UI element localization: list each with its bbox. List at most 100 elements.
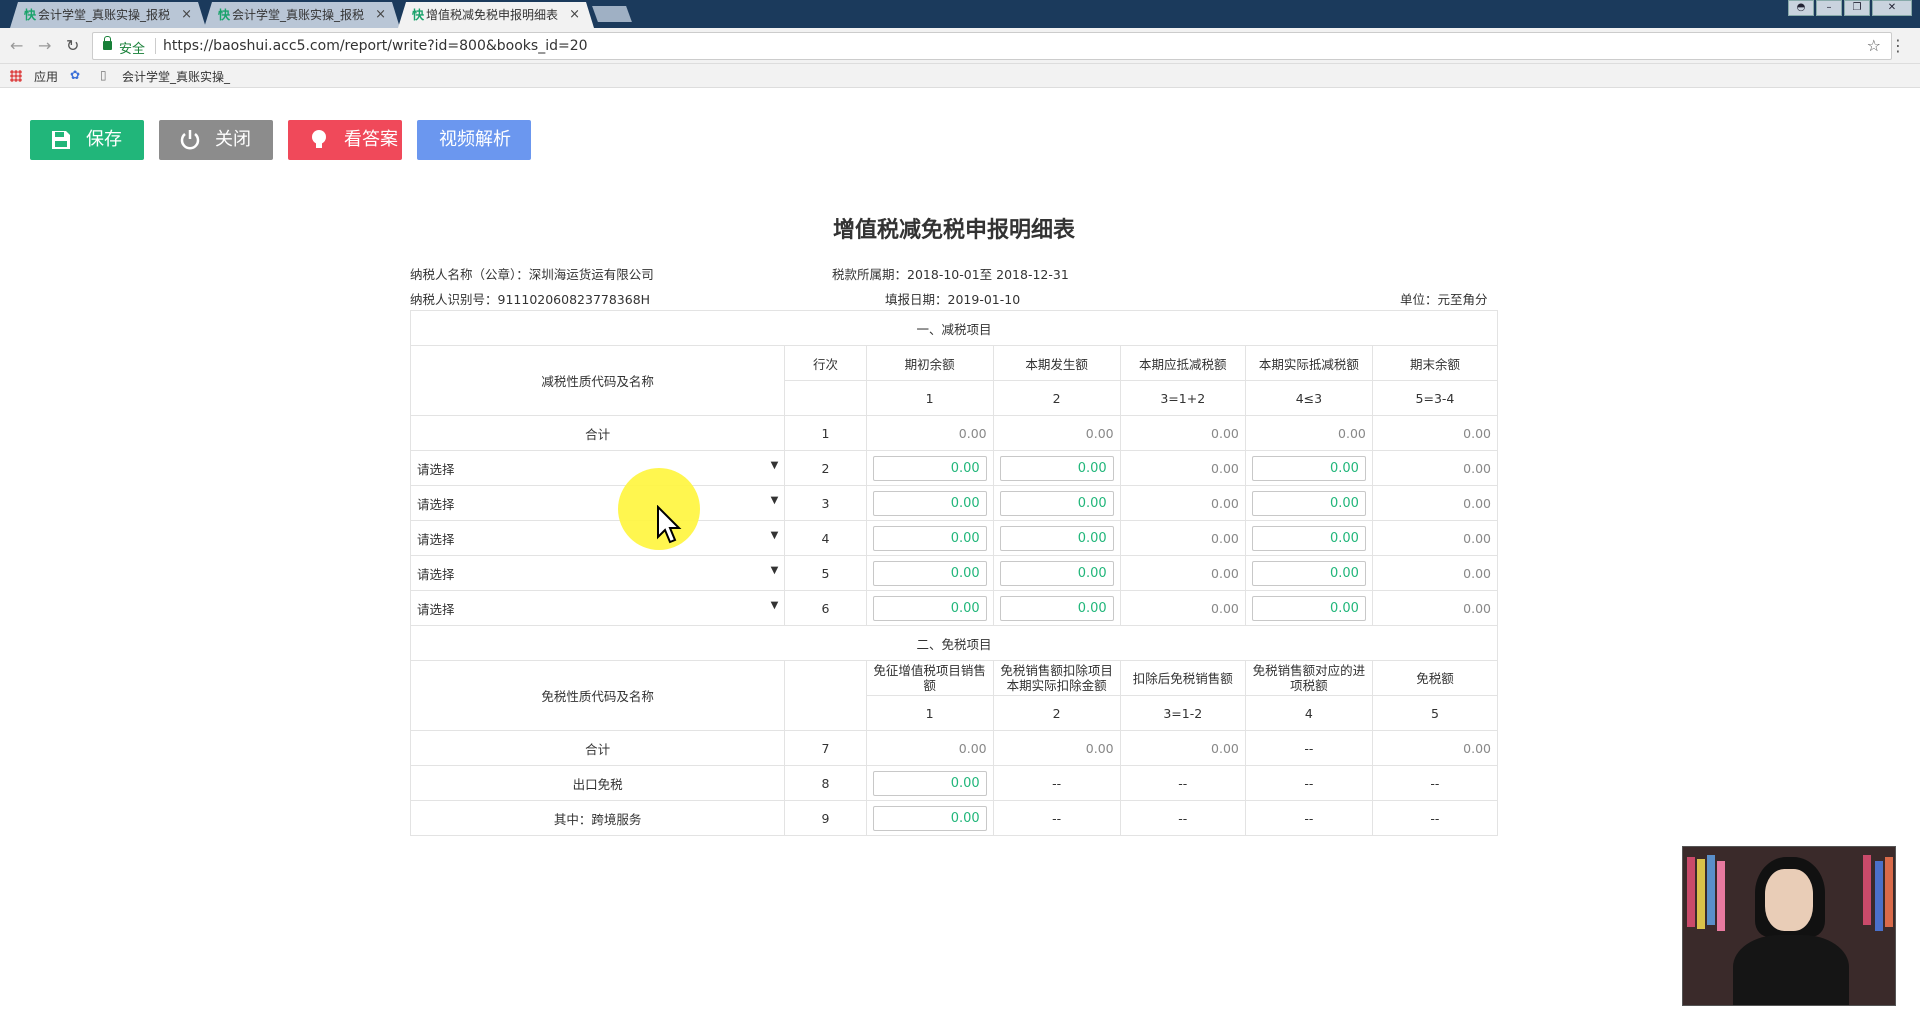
input-cell: 0.00	[865, 800, 994, 836]
taxpayer-id: 纳税人识别号：911102060823778368H	[410, 292, 651, 307]
site-favicon-icon: 快	[24, 8, 37, 22]
actual-deduction-input[interactable]: 0.00	[1251, 490, 1366, 516]
input-cell: 0.00	[992, 590, 1121, 626]
baidu-paw-icon[interactable]: ✿	[70, 68, 80, 82]
current-amount-input[interactable]: 0.00	[999, 525, 1114, 551]
browser-tab-strip: 快 会计学堂_真账实操_报税 × 快 会计学堂_真账实操_报税 × 快 增值税减…	[0, 0, 1920, 28]
browser-tab-2[interactable]: 快 会计学堂_真账实操_报税 ×	[204, 2, 400, 28]
opening-balance-input[interactable]: 0.00	[872, 490, 987, 516]
back-icon[interactable]: ←	[10, 36, 23, 55]
opening-balance-input[interactable]: 0.00	[872, 595, 987, 621]
tab-title: 会计学堂_真账实操_报税	[232, 8, 365, 22]
dropdown-arrow-icon: ▼	[770, 530, 779, 541]
total-row: 合计 1 0.00 0.00 0.00 0.00 0.00	[409, 415, 1499, 451]
value-cell: 0.00	[1119, 485, 1246, 521]
total-label: 合计	[409, 730, 786, 766]
browser-tab-active[interactable]: 快 增值税减免税申报明细表 ×	[398, 2, 594, 28]
address-bar[interactable]: 安全 https://baoshui.acc5.com/report/write…	[92, 32, 1892, 60]
column-header: 行次	[784, 345, 867, 381]
column-header: 期初余额	[865, 345, 994, 381]
bookmark-apps[interactable]: 应用	[34, 68, 58, 85]
column-header: 减税性质代码及名称	[409, 345, 786, 416]
value-cell: 0.00	[1371, 450, 1499, 486]
column-header: 免税销售额对应的进项税额	[1244, 660, 1373, 696]
forward-icon[interactable]: →	[38, 36, 51, 55]
value-cell: 0.00	[1371, 730, 1499, 766]
page-icon: ▯	[100, 68, 107, 82]
current-amount-input[interactable]: 0.00	[999, 455, 1114, 481]
input-cell: 0.00	[1244, 485, 1373, 521]
reduction-type-select[interactable]: 请选择 ▼	[409, 590, 786, 626]
actual-deduction-input[interactable]: 0.00	[1251, 525, 1366, 551]
value-cell: 0.00	[1119, 555, 1246, 591]
column-header: 本期发生额	[992, 345, 1121, 381]
dropdown-arrow-icon: ▼	[770, 565, 779, 576]
window-close-icon[interactable]: ✕	[1872, 0, 1912, 16]
reduction-type-select[interactable]: 请选择 ▼	[409, 520, 786, 556]
actual-deduction-input[interactable]: 0.00	[1251, 560, 1366, 586]
close-tab-icon[interactable]: ×	[569, 2, 580, 28]
presenter-body	[1733, 935, 1849, 1005]
value-cell: 0.00	[1119, 520, 1246, 556]
section2-title: 二、免税项目	[410, 625, 1498, 661]
bookmark-star-icon[interactable]: ☆	[1867, 36, 1881, 55]
page-title: 增值税减免税申报明细表	[832, 217, 1075, 243]
formula-cell: 2	[992, 380, 1121, 416]
reduction-type-select[interactable]: 请选择 ▼	[409, 450, 786, 486]
bookmark-accounting[interactable]: 会计学堂_真账实操_	[122, 68, 230, 85]
opening-balance-input[interactable]: 0.00	[872, 525, 987, 551]
opening-balance-input[interactable]: 0.00	[872, 560, 987, 586]
actual-deduction-input[interactable]: 0.00	[1251, 595, 1366, 621]
row-number: 8	[784, 765, 867, 801]
current-amount-input[interactable]: 0.00	[999, 560, 1114, 586]
value-cell: 0.00	[1371, 590, 1499, 626]
save-button[interactable]: 保存	[30, 120, 144, 160]
bookshelf	[1875, 861, 1883, 931]
presenter-video	[1682, 846, 1896, 1006]
formula-cell: 1	[865, 695, 994, 731]
minimize-icon[interactable]: –	[1816, 0, 1842, 16]
current-amount-input[interactable]: 0.00	[999, 595, 1114, 621]
input-cell: 0.00	[992, 450, 1121, 486]
input-cell: 0.00	[1244, 590, 1373, 626]
restore-icon[interactable]: ❐	[1844, 0, 1870, 16]
opening-balance-input[interactable]: 0.00	[872, 455, 987, 481]
row-number: 6	[784, 590, 867, 626]
value-cell: 0.00	[992, 730, 1121, 766]
url-text: https://baoshui.acc5.com/report/write?id…	[163, 38, 588, 54]
empty-cell	[784, 660, 867, 731]
value-cell: 0.00	[1371, 520, 1499, 556]
view-answer-button[interactable]: 看答案	[288, 120, 402, 160]
input-cell: 0.00	[1244, 450, 1373, 486]
current-amount-input[interactable]: 0.00	[999, 490, 1114, 516]
reload-icon[interactable]: ↻	[66, 36, 79, 55]
section-header: 二、免税项目	[410, 625, 1498, 661]
row-number: 3	[784, 485, 867, 521]
video-analysis-button[interactable]: 视频解析	[417, 120, 531, 160]
table-row: 请选择 ▼ 4 0.00 0.00 0.00 0.00 0.00	[409, 520, 1499, 556]
input-cell: 0.00	[865, 765, 994, 801]
total-label: 合计	[409, 415, 786, 451]
input-cell: 0.00	[865, 590, 994, 626]
input-cell: 0.00	[865, 520, 994, 556]
reduction-type-select[interactable]: 请选择 ▼	[409, 555, 786, 591]
formula-cell: 4	[1244, 695, 1373, 731]
user-icon[interactable]: ◓	[1788, 0, 1814, 16]
close-tab-icon[interactable]: ×	[375, 2, 386, 28]
presenter-face	[1765, 869, 1813, 931]
apps-grid-icon[interactable]	[10, 70, 22, 82]
browser-menu-icon[interactable]: ⋮	[1890, 36, 1906, 55]
exempt-sales-input[interactable]: 0.00	[872, 770, 987, 796]
column-header: 免税额	[1371, 660, 1499, 696]
value-cell: 0.00	[865, 415, 994, 451]
close-tab-icon[interactable]: ×	[181, 2, 192, 28]
mouse-pointer-icon	[657, 505, 682, 544]
actual-deduction-input[interactable]: 0.00	[1251, 455, 1366, 481]
browser-tab-1[interactable]: 快 会计学堂_真账实操_报税 ×	[10, 2, 206, 28]
bookshelf	[1707, 855, 1715, 925]
exempt-sales-input[interactable]: 0.00	[872, 805, 987, 831]
new-tab-button[interactable]	[592, 6, 632, 22]
close-button[interactable]: 关闭	[159, 120, 273, 160]
value-cell: 0.00	[1119, 590, 1246, 626]
reduction-type-select[interactable]: 请选择 ▼	[409, 485, 786, 521]
